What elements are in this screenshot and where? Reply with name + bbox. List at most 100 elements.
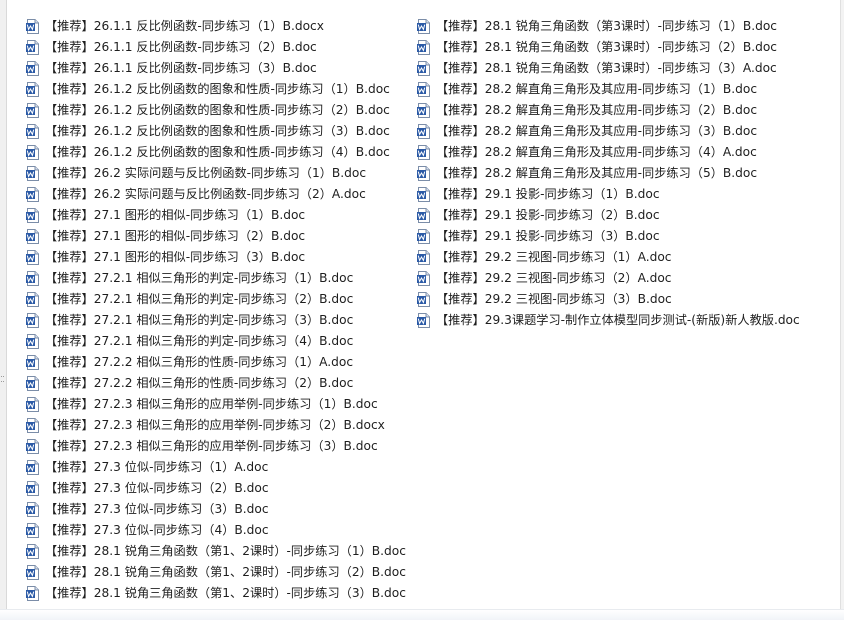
word-document-icon (26, 124, 39, 139)
file-item[interactable]: 【推荐】27.2.1 相似三角形的判定-同步练习（2）B.doc (26, 289, 406, 310)
file-item[interactable]: 【推荐】29.1 投影-同步练习（2）B.doc (417, 205, 800, 226)
file-item[interactable]: 【推荐】28.1 锐角三角函数（第1、2课时）-同步练习（3）B.doc (26, 583, 406, 604)
file-item[interactable]: 【推荐】26.1.1 反比例函数-同步练习（3）B.doc (26, 58, 406, 79)
file-item[interactable]: 【推荐】29.2 三视图-同步练习（3）B.doc (417, 289, 800, 310)
file-name-label: 【推荐】26.1.2 反比例函数的图象和性质-同步练习（3）B.doc (45, 124, 390, 138)
file-name-label: 【推荐】26.2 实际问题与反比例函数-同步练习（2）A.doc (45, 187, 366, 201)
file-item[interactable]: 【推荐】26.2 实际问题与反比例函数-同步练习（2）A.doc (26, 184, 406, 205)
file-name-label: 【推荐】26.1.1 反比例函数-同步练习（3）B.doc (45, 61, 317, 75)
file-item[interactable]: 【推荐】28.1 锐角三角函数（第1、2课时）-同步练习（2）B.doc (26, 562, 406, 583)
word-document-icon (417, 208, 430, 223)
file-item[interactable]: 【推荐】28.1 锐角三角函数（第1、2课时）-同步练习（1）B.doc (26, 541, 406, 562)
word-document-icon (26, 208, 39, 223)
word-document-icon (26, 61, 39, 76)
word-document-icon (26, 250, 39, 265)
file-name-label: 【推荐】27.2.2 相似三角形的性质-同步练习（1）A.doc (45, 355, 354, 369)
word-document-icon (417, 187, 430, 202)
file-item[interactable]: 【推荐】27.3 位似-同步练习（2）B.doc (26, 478, 406, 499)
file-item[interactable]: 【推荐】28.2 解直角三角形及其应用-同步练习（5）B.doc (417, 163, 800, 184)
file-item[interactable]: 【推荐】28.2 解直角三角形及其应用-同步练习（1）B.doc (417, 79, 800, 100)
file-item[interactable]: 【推荐】27.2.3 相似三角形的应用举例-同步练习（3）B.doc (26, 436, 406, 457)
file-item[interactable]: 【推荐】27.3 位似-同步练习（4）B.doc (26, 520, 406, 541)
file-item[interactable]: 【推荐】26.1.2 反比例函数的图象和性质-同步练习（2）B.doc (26, 100, 406, 121)
file-item[interactable]: 【推荐】26.1.1 反比例函数-同步练习（1）B.docx (26, 16, 406, 37)
file-name-label: 【推荐】28.1 锐角三角函数（第3课时）-同步练习（1）B.doc (436, 19, 777, 33)
file-name-label: 【推荐】29.2 三视图-同步练习（1）A.doc (436, 250, 672, 264)
file-name-label: 【推荐】27.3 位似-同步练习（4）B.doc (45, 523, 269, 537)
file-item[interactable]: 【推荐】28.2 解直角三角形及其应用-同步练习（2）B.doc (417, 100, 800, 121)
file-item[interactable]: 【推荐】26.1.2 反比例函数的图象和性质-同步练习（3）B.doc (26, 121, 406, 142)
file-name-label: 【推荐】29.1 投影-同步练习（1）B.doc (436, 187, 660, 201)
file-item[interactable]: 【推荐】27.2.3 相似三角形的应用举例-同步练习（2）B.docx (26, 415, 406, 436)
file-name-label: 【推荐】27.2.1 相似三角形的判定-同步练习（2）B.doc (45, 292, 354, 306)
file-name-label: 【推荐】27.1 图形的相似-同步练习（1）B.doc (45, 208, 306, 222)
file-item[interactable]: 【推荐】28.2 解直角三角形及其应用-同步练习（3）B.doc (417, 121, 800, 142)
file-item[interactable]: 【推荐】26.1.1 反比例函数-同步练习（2）B.doc (26, 37, 406, 58)
top-edge (6, 0, 841, 12)
file-name-label: 【推荐】27.3 位似-同步练习（1）A.doc (45, 460, 269, 474)
file-name-label: 【推荐】26.1.1 反比例函数-同步练习（2）B.doc (45, 40, 317, 54)
file-name-label: 【推荐】28.2 解直角三角形及其应用-同步练习（2）B.doc (436, 103, 758, 117)
word-document-icon (417, 271, 430, 286)
file-name-label: 【推荐】28.1 锐角三角函数（第1、2课时）-同步练习（1）B.doc (45, 544, 406, 558)
file-item[interactable]: 【推荐】29.2 三视图-同步练习（1）A.doc (417, 247, 800, 268)
file-item[interactable]: 【推荐】26.1.2 反比例函数的图象和性质-同步练习（4）B.doc (26, 142, 406, 163)
word-document-icon (417, 229, 430, 244)
file-item[interactable]: 【推荐】27.1 图形的相似-同步练习（2）B.doc (26, 226, 406, 247)
file-name-label: 【推荐】26.2 实际问题与反比例函数-同步练习（1）B.doc (45, 166, 367, 180)
navigation-pane-splitter[interactable] (0, 0, 7, 620)
file-item[interactable]: 【推荐】27.1 图形的相似-同步练习（3）B.doc (26, 247, 406, 268)
word-document-icon (26, 544, 39, 559)
file-name-label: 【推荐】27.2.1 相似三角形的判定-同步练习（3）B.doc (45, 313, 354, 327)
word-document-icon (417, 103, 430, 118)
word-document-icon (26, 166, 39, 181)
file-item[interactable]: 【推荐】29.2 三视图-同步练习（2）A.doc (417, 268, 800, 289)
file-item[interactable]: 【推荐】29.3课题学习-制作立体模型同步测试-(新版)新人教版.doc (417, 310, 800, 331)
file-item[interactable]: 【推荐】27.2.2 相似三角形的性质-同步练习（1）A.doc (26, 352, 406, 373)
file-name-label: 【推荐】26.1.2 反比例函数的图象和性质-同步练习（4）B.doc (45, 145, 390, 159)
file-item[interactable]: 【推荐】28.1 锐角三角函数（第3课时）-同步练习（2）B.doc (417, 37, 800, 58)
file-item[interactable]: 【推荐】29.1 投影-同步练习（3）B.doc (417, 226, 800, 247)
file-item[interactable]: 【推荐】27.3 位似-同步练习（3）B.doc (26, 499, 406, 520)
word-document-icon (26, 187, 39, 202)
word-document-icon (417, 40, 430, 55)
file-item[interactable]: 【推荐】27.3 位似-同步练习（1）A.doc (26, 457, 406, 478)
file-name-label: 【推荐】28.1 锐角三角函数（第1、2课时）-同步练习（2）B.doc (45, 565, 406, 579)
word-document-icon (26, 19, 39, 34)
file-name-label: 【推荐】28.2 解直角三角形及其应用-同步练习（4）A.doc (436, 145, 757, 159)
file-name-label: 【推荐】29.2 三视图-同步练习（2）A.doc (436, 271, 672, 285)
word-document-icon (26, 334, 39, 349)
word-document-icon (26, 313, 39, 328)
word-document-icon (26, 355, 39, 370)
file-item[interactable]: 【推荐】26.2 实际问题与反比例函数-同步练习（1）B.doc (26, 163, 406, 184)
file-name-label: 【推荐】26.1.2 反比例函数的图象和性质-同步练习（2）B.doc (45, 103, 390, 117)
file-item[interactable]: 【推荐】27.2.1 相似三角形的判定-同步练习（4）B.doc (26, 331, 406, 352)
file-name-label: 【推荐】28.1 锐角三角函数（第3课时）-同步练习（3）A.doc (436, 61, 777, 75)
file-name-label: 【推荐】27.3 位似-同步练习（2）B.doc (45, 481, 269, 495)
file-list-column-right: 【推荐】28.1 锐角三角函数（第3课时）-同步练习（1）B.doc 【推荐】28… (417, 16, 800, 331)
splitter-grip-icon (1, 376, 4, 382)
word-document-icon (26, 481, 39, 496)
file-item[interactable]: 【推荐】26.1.2 反比例函数的图象和性质-同步练习（1）B.doc (26, 79, 406, 100)
word-document-icon (26, 292, 39, 307)
word-document-icon (26, 82, 39, 97)
file-item[interactable]: 【推荐】27.2.2 相似三角形的性质-同步练习（2）B.doc (26, 373, 406, 394)
file-name-label: 【推荐】28.2 解直角三角形及其应用-同步练习（1）B.doc (436, 82, 758, 96)
word-document-icon (26, 229, 39, 244)
word-document-icon (26, 103, 39, 118)
file-item[interactable]: 【推荐】27.2.3 相似三角形的应用举例-同步练习（1）B.doc (26, 394, 406, 415)
word-document-icon (26, 271, 39, 286)
word-document-icon (417, 166, 430, 181)
word-document-icon (417, 250, 430, 265)
file-item[interactable]: 【推荐】28.1 锐角三角函数（第3课时）-同步练习（3）A.doc (417, 58, 800, 79)
file-item[interactable]: 【推荐】28.2 解直角三角形及其应用-同步练习（4）A.doc (417, 142, 800, 163)
file-item[interactable]: 【推荐】28.1 锐角三角函数（第3课时）-同步练习（1）B.doc (417, 16, 800, 37)
file-item[interactable]: 【推荐】27.1 图形的相似-同步练习（1）B.doc (26, 205, 406, 226)
word-document-icon (417, 292, 430, 307)
word-document-icon (26, 418, 39, 433)
file-name-label: 【推荐】27.2.1 相似三角形的判定-同步练习（1）B.doc (45, 271, 354, 285)
file-item[interactable]: 【推荐】27.2.1 相似三角形的判定-同步练习（3）B.doc (26, 310, 406, 331)
file-name-label: 【推荐】26.1.2 反比例函数的图象和性质-同步练习（1）B.doc (45, 82, 390, 96)
file-item[interactable]: 【推荐】29.1 投影-同步练习（1）B.doc (417, 184, 800, 205)
file-item[interactable]: 【推荐】27.2.1 相似三角形的判定-同步练习（1）B.doc (26, 268, 406, 289)
